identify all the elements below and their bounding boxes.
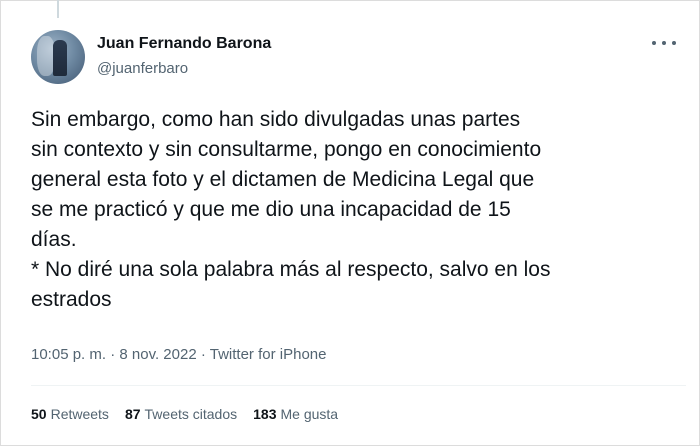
quotes-label: Tweets citados <box>144 406 238 422</box>
likes-stat[interactable]: 183 Me gusta <box>253 406 338 422</box>
meta-separator: · <box>196 346 210 363</box>
tweet-date[interactable]: 8 nov. 2022 <box>119 346 196 363</box>
dot <box>672 41 676 45</box>
quotes-stat[interactable]: 87 Tweets citados <box>125 406 237 422</box>
dot <box>662 41 666 45</box>
avatar-figure <box>53 40 67 76</box>
avatar[interactable] <box>31 30 85 84</box>
tweet-text: Sin embargo, como han sido divulgadas un… <box>31 108 551 311</box>
likes-label: Me gusta <box>280 406 339 422</box>
tweet-stats: 50 Retweets 87 Tweets citados 183 Me gusta <box>31 406 354 422</box>
meta-separator: · <box>106 346 120 363</box>
thread-connector-line <box>57 0 59 18</box>
author-handle[interactable]: @juanferbaro <box>97 60 188 77</box>
retweets-stat[interactable]: 50 Retweets <box>31 406 109 422</box>
dot <box>652 41 656 45</box>
likes-count: 183 <box>253 406 277 422</box>
tweet-source[interactable]: Twitter for iPhone <box>210 346 327 363</box>
quotes-count: 87 <box>124 406 141 422</box>
retweets-label: Retweets <box>50 406 109 422</box>
tweet-time[interactable]: 10:05 p. m. <box>31 346 106 363</box>
divider <box>31 385 686 386</box>
tweet-meta: 10:05 p. m. · 8 nov. 2022 · Twitter for … <box>31 346 326 363</box>
author-name[interactable]: Juan Fernando Barona <box>97 35 271 53</box>
retweets-count: 50 <box>31 406 47 422</box>
more-options-icon[interactable] <box>652 37 676 49</box>
